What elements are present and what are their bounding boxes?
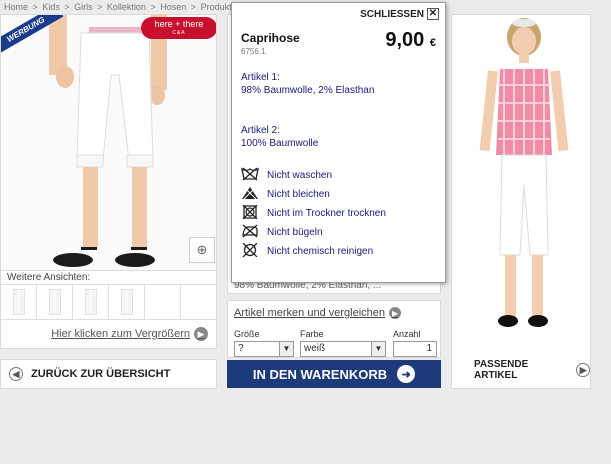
back-to-overview-label: ZURÜCK ZUR ÜBERSICHT [31,368,171,380]
size-select-value: ? [238,343,244,354]
color-select-value: weiß [304,343,326,354]
thumbnail-empty [181,285,216,319]
matching-items-label: PASSENDE ARTIKEL [474,359,529,381]
product-main-image[interactable]: WERBUNG here + there C&A ⊕ [1,15,216,270]
arrow-right-icon: ▶ [389,307,402,319]
care-label: Nicht bügeln [267,227,323,238]
product-title: Caprihose [241,31,300,45]
care-item: Nicht waschen [241,167,332,184]
thumbnail-empty [145,285,181,319]
thumbnail[interactable] [109,285,145,319]
breadcrumb-separator: > [150,2,156,12]
breadcrumb-girls[interactable]: Girls [74,2,93,12]
size-label: Größe [234,329,260,339]
matching-items-link[interactable]: PASSENDE ARTIKEL ▶ [474,359,590,381]
color-select[interactable]: weiß ▼ [300,341,386,357]
product-options: Artikel merken und vergleichen ▶ Größe F… [227,300,441,358]
product-price: 9,00 € [385,29,436,52]
breadcrumb-home[interactable]: Home [4,2,28,12]
no-bleach-icon [241,186,259,203]
no-dry-clean-icon [241,242,259,260]
care-label: Nicht chemisch reinigen [267,246,374,257]
article-2-material: 100% Baumwolle [241,138,319,149]
breadcrumb-separator: > [190,2,197,12]
compare-link[interactable]: Artikel merken und vergleichen ▶ [234,307,402,319]
add-to-cart-button[interactable]: IN DEN WARENKORB ➜ [227,360,441,388]
care-label: Nicht waschen [267,170,333,181]
product-sku: 6756.1 [241,47,266,56]
chevron-down-icon: ▼ [371,342,385,356]
thumbnail-strip [1,284,216,320]
product-photo-illustration [49,15,167,267]
quantity-input[interactable]: 1 [393,341,437,357]
breadcrumb-separator: > [64,2,70,12]
close-button[interactable]: SCHLIESSEN ✕ [360,8,439,20]
brand-logo-text: here + there [154,19,204,29]
care-label: Nicht bleichen [267,189,330,200]
price-value: 9,00 [385,29,425,51]
article-1-material: 98% Baumwolle, 2% Elasthan [241,85,375,96]
chevron-down-icon: ▼ [279,342,293,356]
product-image-panel: WERBUNG here + there C&A ⊕ Weitere Ansic… [0,14,217,349]
brand-logo-subtext: C&A [172,30,186,36]
breadcrumb-separator: > [32,2,38,12]
care-item: Nicht bleichen [241,186,330,203]
matching-items-panel: PASSENDE ARTIKEL ▶ [451,14,591,389]
price-currency: € [429,37,436,49]
care-item: Nicht im Trockner trocknen [241,204,386,222]
size-select[interactable]: ? ▼ [234,341,294,357]
breadcrumb-separator: > [97,2,103,12]
add-to-cart-label: IN DEN WARENKORB [252,366,388,382]
compare-link-label: Artikel merken und vergleichen [234,307,386,319]
arrow-right-icon: ▶ [576,363,590,377]
quantity-label: Anzahl [393,329,421,339]
thumbnail[interactable] [37,285,73,319]
enlarge-link[interactable]: Hier klicken zum Vergrößern ▶ [51,327,208,341]
article-1-label: Artikel 1: [241,72,280,83]
more-views-label: Weitere Ansichten: [1,270,216,284]
back-to-overview-button[interactable]: ◀ ZURÜCK ZUR ÜBERSICHT [0,359,217,389]
close-icon: ✕ [427,8,439,20]
care-info-popup: SCHLIESSEN ✕ Caprihose 6756.1 9,00 € Art… [231,2,446,283]
care-label: Nicht im Trockner trocknen [267,208,386,219]
zoom-button[interactable]: ⊕ [189,237,215,263]
zoom-in-icon: ⊕ [196,242,208,257]
matching-outfit-image[interactable] [452,15,591,355]
thumbnail[interactable] [1,285,37,319]
thumbnail[interactable] [73,285,109,319]
breadcrumb-kollektion[interactable]: Kollektion [107,2,146,12]
no-wash-icon [241,167,259,184]
brand-logo: here + there C&A [141,17,216,39]
care-item: Nicht bügeln [241,224,323,241]
close-label: SCHLIESSEN [360,8,424,20]
article-2-label: Artikel 2: [241,125,280,136]
breadcrumb-hosen[interactable]: Hosen [160,2,186,12]
arrow-right-icon: ➜ [397,365,416,383]
breadcrumb-kids[interactable]: Kids [42,2,60,12]
enlarge-link-label: Hier klicken zum Vergrößern [51,328,190,340]
no-tumble-dry-icon [241,204,259,222]
color-label: Farbe [300,329,324,339]
care-item: Nicht chemisch reinigen [241,242,374,260]
arrow-left-icon: ◀ [9,367,23,381]
arrow-right-icon: ▶ [194,327,208,341]
no-iron-icon [241,224,259,241]
